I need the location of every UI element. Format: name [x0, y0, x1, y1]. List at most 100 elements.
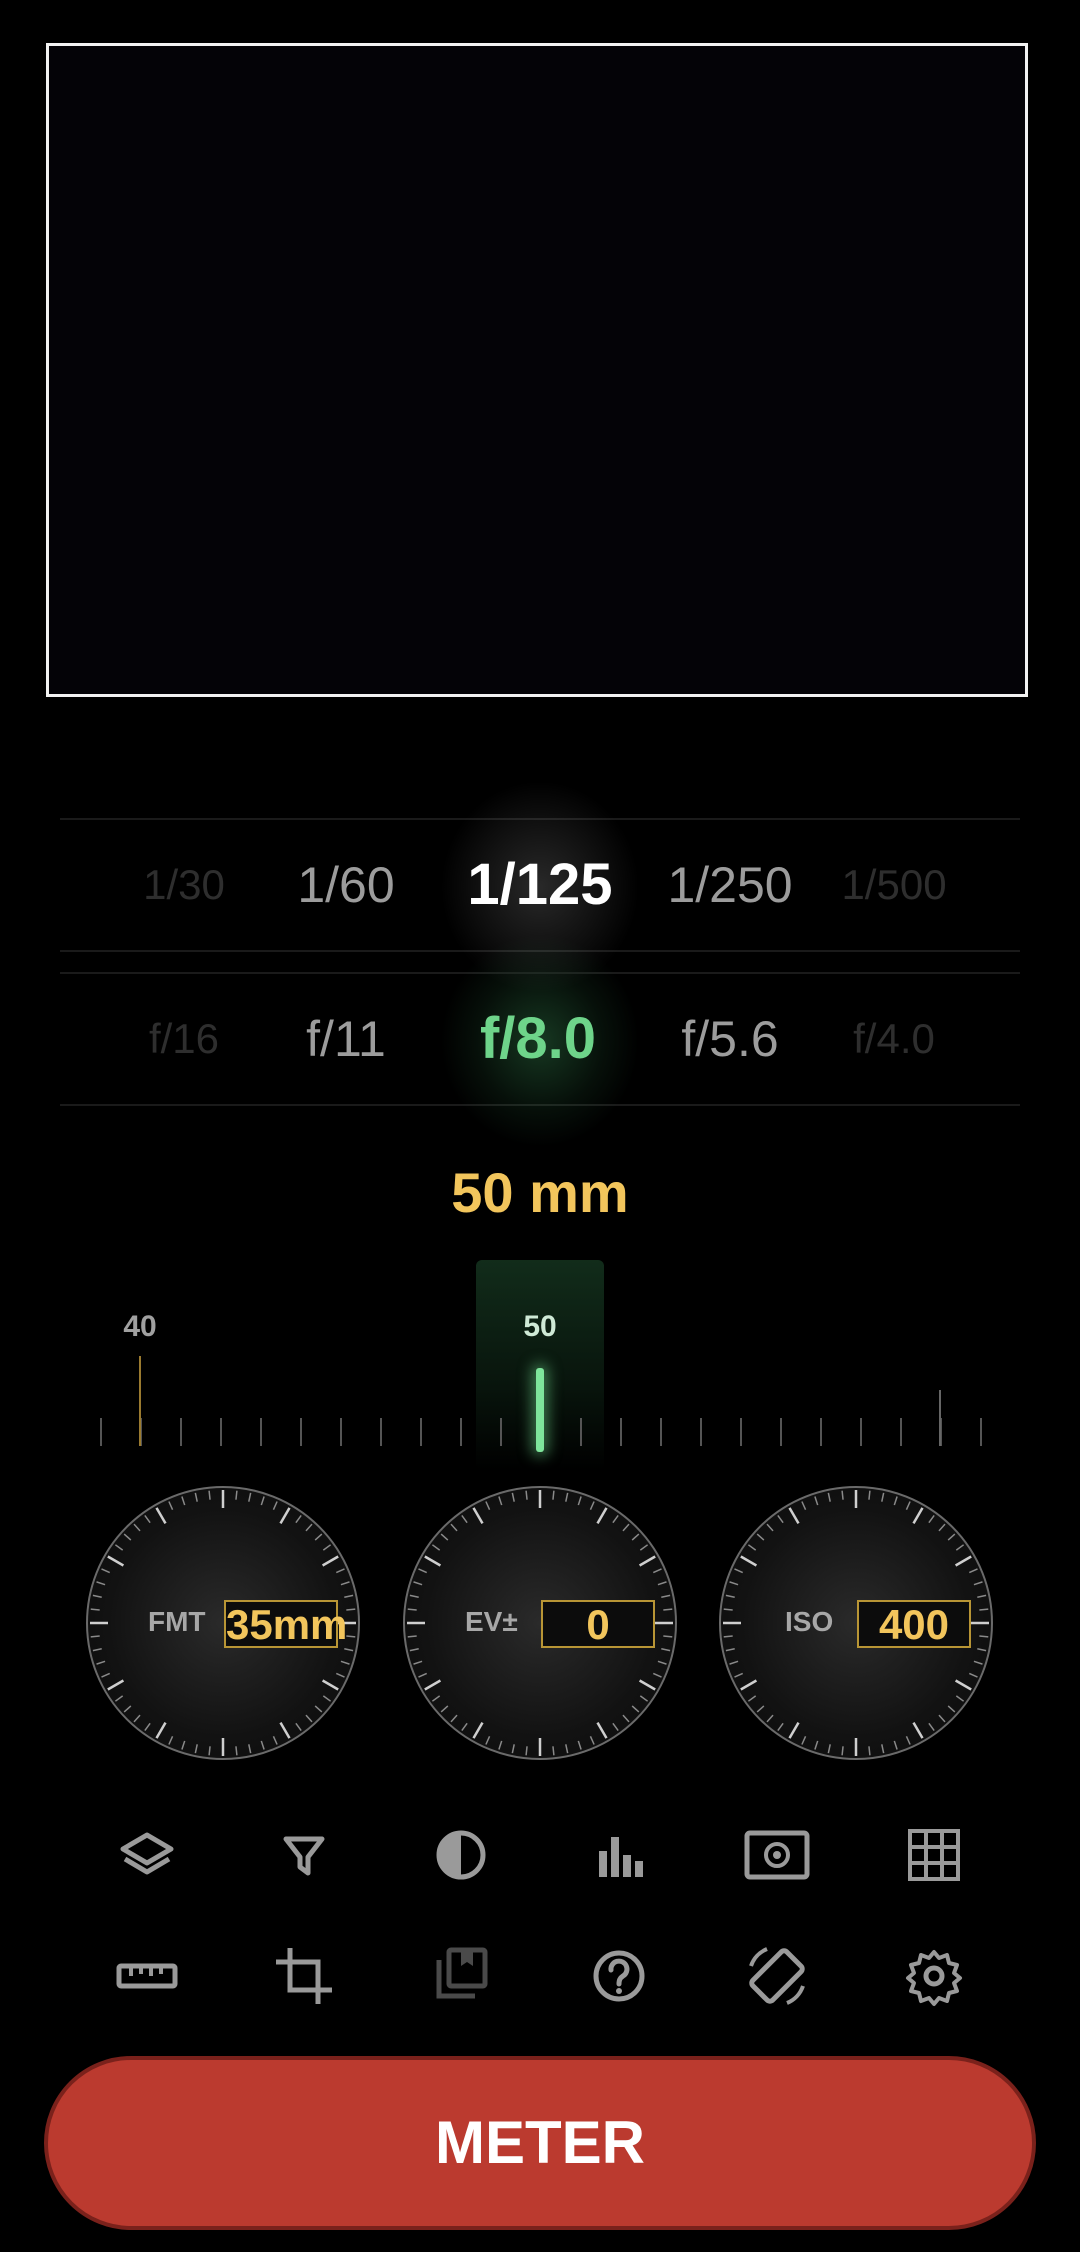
- knob-tick: [418, 1568, 428, 1574]
- aperture-dial[interactable]: f/16 f/11 f/8.0 f/5.6 f/4.0: [60, 934, 1020, 1148]
- filter-icon[interactable]: [264, 1815, 344, 1895]
- knob-tick: [756, 1533, 765, 1541]
- shutter-option[interactable]: 1/30: [143, 820, 225, 950]
- knob-tick: [589, 1735, 595, 1745]
- knob-tick: [652, 1568, 662, 1574]
- meter-button[interactable]: METER: [44, 2056, 1036, 2230]
- format-value[interactable]: 35mm: [224, 1600, 347, 1648]
- knob-tick: [928, 1722, 935, 1732]
- shutter-option[interactable]: 1/60: [297, 820, 394, 950]
- help-icon[interactable]: [579, 1936, 659, 2016]
- knob-tick: [472, 1507, 484, 1525]
- knob-tick: [440, 1533, 449, 1541]
- aperture-option[interactable]: f/11: [306, 974, 386, 1104]
- iso-value[interactable]: 400: [857, 1600, 971, 1648]
- ev-label: EV±: [465, 1606, 518, 1637]
- knob-tick: [409, 1648, 419, 1652]
- spot-meter-icon[interactable]: [737, 1815, 817, 1895]
- ruler-tick: [380, 1418, 382, 1446]
- knob-tick: [413, 1660, 423, 1665]
- contrast-icon[interactable]: [421, 1815, 501, 1895]
- knob-tick: [938, 1714, 946, 1723]
- layers-icon[interactable]: [107, 1815, 187, 1895]
- knob-tick: [734, 1568, 744, 1574]
- knob-tick: [295, 1722, 302, 1732]
- knob-tick: [498, 1496, 503, 1506]
- aperture-option[interactable]: f/5.6: [681, 974, 778, 1104]
- knob-tick: [272, 1735, 278, 1745]
- knob-tick: [322, 1544, 332, 1551]
- settings-icon[interactable]: [894, 1936, 974, 2016]
- knob-tick: [208, 1490, 211, 1500]
- knob-tick: [92, 1594, 102, 1598]
- knob-tick: [912, 1507, 924, 1525]
- saved-frames-icon[interactable]: [421, 1936, 501, 2016]
- knob-tick: [418, 1672, 428, 1678]
- knob-tick: [612, 1514, 619, 1524]
- aperture-option[interactable]: f/4.0: [853, 974, 935, 1104]
- ruler-icon[interactable]: [107, 1936, 187, 2016]
- knob-tick: [577, 1496, 582, 1506]
- knob-tick: [272, 1501, 278, 1511]
- focal-length-ruler[interactable]: 40 50: [60, 1260, 1020, 1470]
- knob-tick: [881, 1492, 885, 1502]
- shutter-speed-dial[interactable]: 1/30 1/60 1/125 1/250 1/500: [60, 780, 1020, 994]
- knob-tick: [589, 1501, 595, 1511]
- knob-tick: [90, 1608, 100, 1611]
- knob-tick: [905, 1735, 911, 1745]
- ruler-tick: [260, 1418, 262, 1446]
- knob-tick: [260, 1496, 265, 1506]
- ruler-mark: [939, 1390, 941, 1446]
- grid-icon[interactable]: [894, 1815, 974, 1895]
- knob-tick: [552, 1746, 555, 1756]
- knob-tick: [472, 1721, 484, 1739]
- ev-value[interactable]: 0: [541, 1600, 655, 1648]
- aperture-option[interactable]: f/16: [149, 974, 219, 1104]
- aperture-selected[interactable]: f/8.0: [480, 974, 596, 1104]
- knob-tick: [814, 1496, 819, 1506]
- shutter-selected[interactable]: 1/125: [467, 820, 612, 950]
- knob-tick: [413, 1581, 423, 1586]
- knob-tick: [260, 1740, 265, 1750]
- knob-tick: [740, 1555, 758, 1567]
- knob-tick: [133, 1714, 141, 1723]
- ruler-tick: [460, 1418, 462, 1446]
- knob-tick: [344, 1594, 354, 1598]
- iso-label: ISO: [785, 1606, 834, 1637]
- ruler-tick: [900, 1418, 902, 1446]
- ruler-tick: [860, 1418, 862, 1446]
- ruler-tick: [580, 1418, 582, 1446]
- ruler-tick: [180, 1418, 182, 1446]
- knob-tick: [321, 1679, 339, 1691]
- knob-tick: [144, 1514, 151, 1524]
- knob-tick: [979, 1608, 989, 1611]
- knob-tick: [511, 1492, 515, 1502]
- knob-tick: [279, 1721, 291, 1739]
- knob-tick: [827, 1744, 831, 1754]
- camera-viewfinder[interactable]: [46, 43, 1028, 697]
- iso-knob[interactable]: ISO 400: [719, 1486, 993, 1760]
- format-knob[interactable]: FMT 35mm: [86, 1486, 360, 1760]
- knob-tick: [335, 1568, 345, 1574]
- crop-icon[interactable]: [264, 1936, 344, 2016]
- knob-tick: [801, 1735, 807, 1745]
- knob-tick: [450, 1523, 458, 1532]
- histogram-icon[interactable]: [579, 1815, 659, 1895]
- format-label: FMT: [148, 1606, 206, 1637]
- knob-tick: [756, 1705, 765, 1713]
- knob-tick: [155, 1507, 167, 1525]
- knob-tick: [622, 1523, 630, 1532]
- shutter-option[interactable]: 1/500: [841, 820, 946, 950]
- knob-tick: [814, 1740, 819, 1750]
- knob-tick: [663, 1635, 673, 1638]
- knob-tick: [661, 1594, 671, 1598]
- ev-knob[interactable]: EV± 0: [403, 1486, 677, 1760]
- knob-tick: [801, 1501, 807, 1511]
- knob-tick: [181, 1740, 186, 1750]
- knob-tick: [346, 1608, 356, 1611]
- knob-tick: [168, 1735, 174, 1745]
- shutter-option[interactable]: 1/250: [667, 820, 792, 950]
- ruler-tick: [300, 1418, 302, 1446]
- rotate-screen-icon[interactable]: [737, 1936, 817, 2016]
- knob-tick: [977, 1648, 987, 1652]
